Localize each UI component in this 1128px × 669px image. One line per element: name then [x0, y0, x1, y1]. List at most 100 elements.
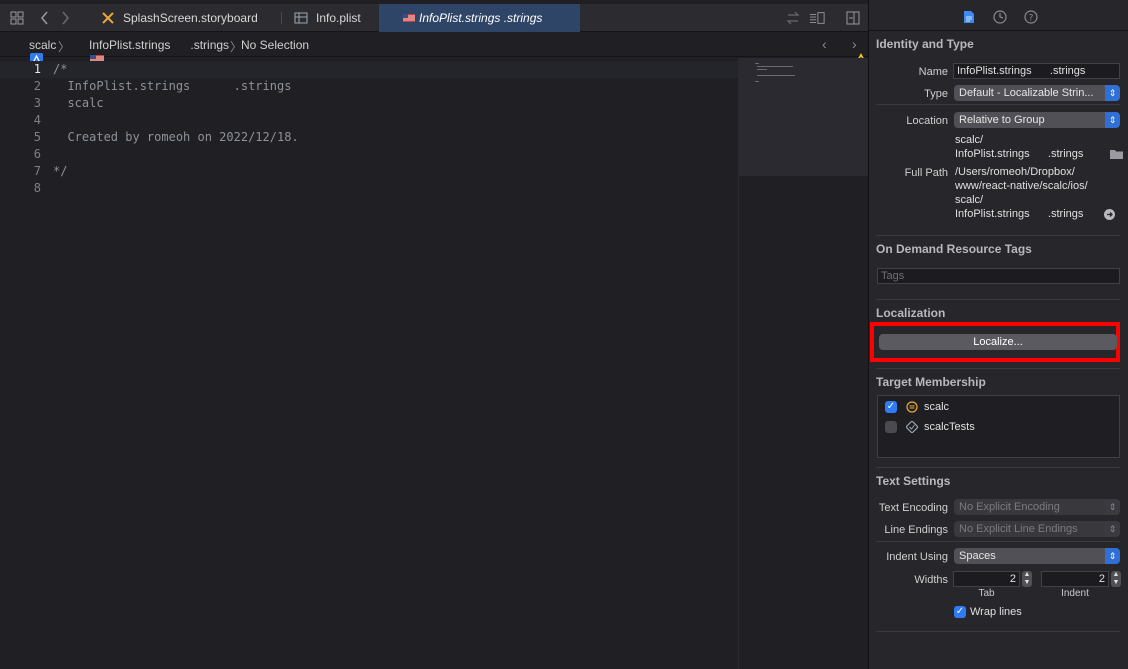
text-encoding-select[interactable]: No Explicit Encoding ⇕ [954, 499, 1120, 515]
swap-icon[interactable] [785, 10, 801, 26]
next-issue-icon[interactable]: › [852, 36, 857, 52]
full-path-line: InfoPlist.strings .strings [955, 208, 1084, 220]
breadcrumb-selection[interactable]: No Selection [241, 38, 309, 52]
jump-bar: scalc 〉 InfoPlist.strings .strings 〉 No … [0, 33, 868, 66]
tab-label: Info.plist [316, 11, 361, 25]
code-line[interactable]: */ [53, 163, 733, 180]
code-line[interactable] [53, 180, 733, 197]
full-path-label: Full Path [904, 167, 948, 179]
history-icon[interactable] [993, 10, 1007, 24]
chevron-updown-icon: ⇕ [1105, 499, 1120, 515]
code-line[interactable]: scalc [53, 95, 733, 112]
tab-sub-label: Tab [978, 588, 995, 599]
code-line[interactable]: /* [53, 61, 733, 78]
code-line[interactable] [53, 112, 733, 129]
divider [876, 368, 1120, 369]
line-number: 1 [33, 62, 41, 76]
file-inspector-icon[interactable] [963, 10, 977, 24]
wrap-lines-checkbox[interactable]: ✓ [954, 606, 966, 618]
minimap-line [757, 66, 793, 67]
editor-area: SplashScreen.storyboard Info.plist InfoP… [0, 0, 869, 669]
type-label: Type [924, 88, 948, 100]
localize-button[interactable]: Localize... [879, 334, 1117, 350]
forward-chevron-icon[interactable] [57, 10, 73, 26]
tab-width-field[interactable]: 2 [953, 571, 1020, 587]
minimap[interactable] [738, 58, 869, 669]
prev-issue-icon[interactable]: ‹ [822, 36, 827, 52]
tab-bar: SplashScreen.storyboard Info.plist InfoP… [0, 4, 868, 32]
reveal-in-finder-icon[interactable] [1104, 209, 1115, 223]
code-line[interactable]: Created by romeoh on 2022/12/18. [53, 129, 733, 146]
type-select-value: Default - Localizable Strin... [959, 87, 1094, 99]
text-encoding-label: Text Encoding [878, 502, 948, 514]
tab-width-stepper[interactable]: ▲ ▼ [1022, 571, 1032, 587]
strings-file-icon [402, 11, 416, 25]
tab-splashscreen[interactable]: SplashScreen.storyboard [101, 4, 271, 32]
grid-icon[interactable] [9, 10, 25, 26]
name-label: Name [918, 66, 948, 78]
line-number: 2 [33, 79, 41, 93]
indent-width-field[interactable]: 2 [1041, 571, 1109, 587]
tab-label: SplashScreen.storyboard [123, 11, 258, 25]
section-title-localization: Localization [876, 306, 946, 320]
indent-sub-label: Indent [1061, 588, 1089, 599]
tags-field[interactable]: Tags [877, 268, 1120, 284]
text-encoding-value: No Explicit Encoding [959, 501, 1060, 513]
location-path-line: InfoPlist.strings .strings [955, 148, 1084, 160]
full-path-line: /Users/romeoh/Dropbox/ [955, 166, 1075, 178]
chevron-updown-icon: ⇕ [1105, 521, 1120, 537]
chevron-updown-icon: ⇕ [1105, 85, 1120, 101]
line-endings-select[interactable]: No Explicit Line Endings ⇕ [954, 521, 1120, 537]
wrap-lines-label: Wrap lines [970, 606, 1022, 618]
full-path-line: scalc/ [955, 194, 984, 206]
minimap-line [757, 69, 767, 70]
section-title-identity: Identity and Type [876, 37, 974, 51]
line-number: 6 [33, 147, 41, 161]
target-name: scalc [924, 401, 950, 413]
chevron-updown-icon: ⇕ [1105, 112, 1120, 128]
target-name: scalcTests [924, 421, 975, 433]
code-line[interactable] [53, 146, 733, 163]
chevron-updown-icon: ⇕ [1105, 548, 1120, 564]
help-icon[interactable]: ? [1024, 10, 1038, 24]
editor-options-icon[interactable] [809, 10, 825, 26]
type-select[interactable]: Default - Localizable Strin... ⇕ [954, 85, 1120, 101]
tab-divider [281, 12, 282, 24]
target-checkbox-scalc[interactable]: ✓ [885, 401, 897, 413]
line-number: 3 [33, 96, 41, 110]
plist-icon [294, 11, 308, 25]
location-select[interactable]: Relative to Group ⇕ [954, 112, 1120, 128]
indent-width-stepper[interactable]: ▲ ▼ [1111, 571, 1121, 587]
location-select-value: Relative to Group [959, 114, 1045, 126]
tab-infoplist-strings[interactable]: InfoPlist.strings .strings [379, 4, 580, 32]
divider [876, 631, 1120, 632]
tab-info-plist[interactable]: Info.plist [294, 4, 378, 32]
line-number: 7 [33, 164, 41, 178]
section-title-text-settings: Text Settings [876, 474, 951, 488]
svg-text:?: ? [1029, 14, 1034, 24]
breadcrumb-file[interactable]: InfoPlist.strings .strings [89, 38, 229, 52]
code-editor[interactable]: /* InfoPlist.strings .strings scalc Crea… [53, 61, 733, 197]
divider [876, 467, 1120, 468]
line-endings-label: Line Endings [884, 524, 948, 536]
add-editor-icon[interactable] [845, 10, 861, 26]
line-endings-value: No Explicit Line Endings [959, 523, 1078, 535]
code-line[interactable]: InfoPlist.strings .strings [53, 78, 733, 95]
full-path-line: www/react-native/scalc/ios/ [955, 180, 1088, 192]
indent-using-select[interactable]: Spaces ⇕ [954, 548, 1120, 564]
minimap-line [755, 81, 759, 82]
minimap-line [757, 75, 795, 76]
line-number: 8 [33, 181, 41, 195]
indent-using-value: Spaces [959, 550, 996, 562]
back-chevron-icon[interactable] [37, 10, 53, 26]
breadcrumb-project[interactable]: scalc [29, 38, 56, 52]
section-title-odr: On Demand Resource Tags [876, 242, 1032, 256]
target-checkbox-scalctests[interactable] [885, 421, 897, 433]
tab-label: InfoPlist.strings .strings [419, 11, 543, 25]
folder-icon[interactable] [1110, 149, 1123, 162]
divider [876, 104, 1120, 105]
location-label: Location [906, 115, 948, 127]
minimap-line [755, 63, 759, 64]
name-field[interactable]: InfoPlist.strings .strings [953, 63, 1120, 79]
line-number: 5 [33, 130, 41, 144]
